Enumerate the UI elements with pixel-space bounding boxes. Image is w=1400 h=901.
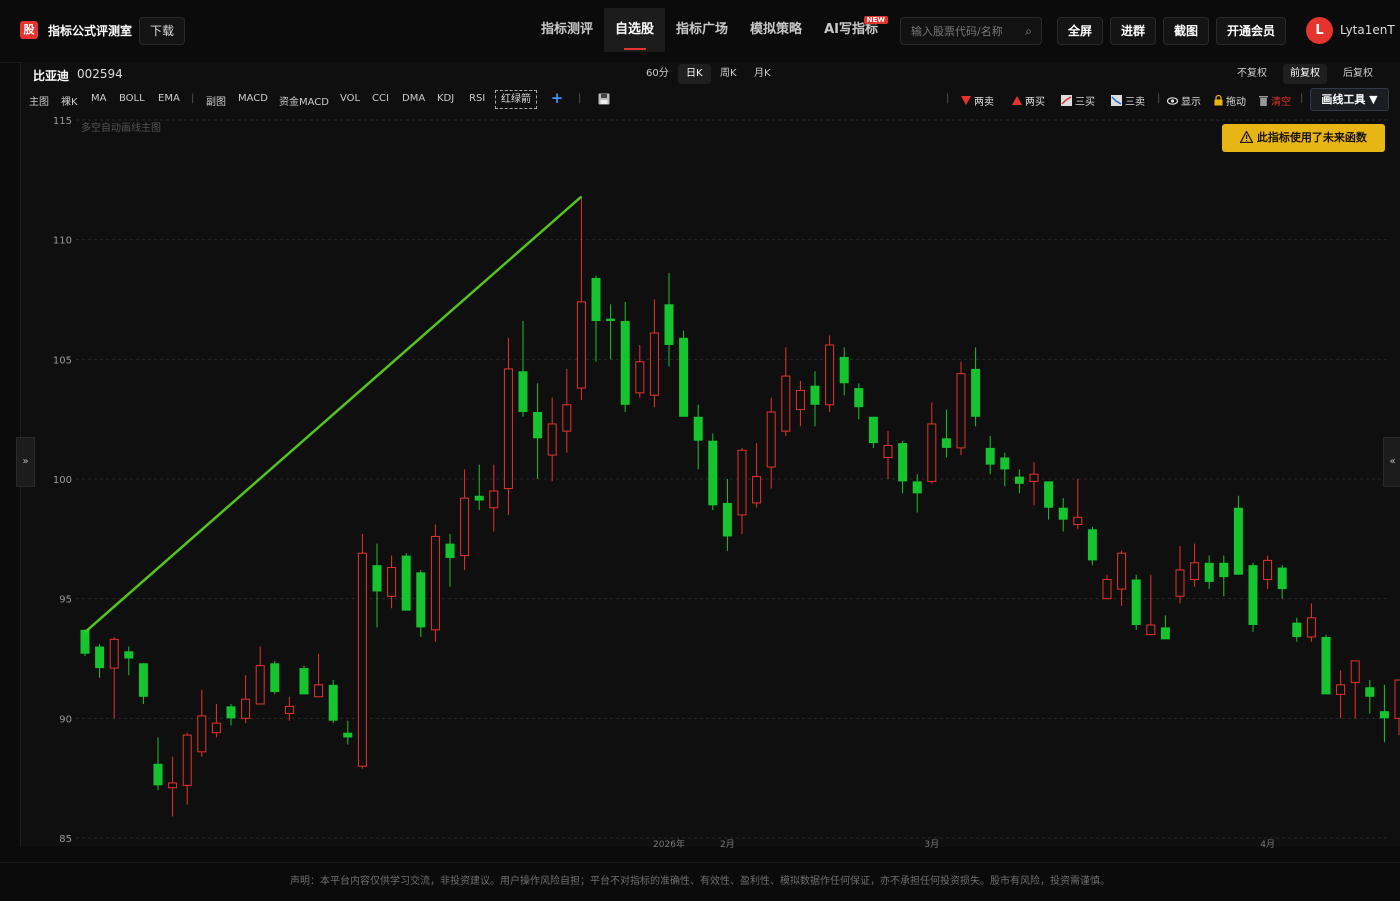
logo-icon: 股 xyxy=(20,21,38,39)
search-icon[interactable]: ⌕ xyxy=(1025,24,1032,39)
stock-search: ⌕ xyxy=(900,17,1042,45)
top-bar: 股 指标公式评测室 下载 指标测评 自选股 指标广场 模拟策略 AI写指标NEW… xyxy=(0,0,1400,63)
ind-boll[interactable]: BOLL xyxy=(119,93,145,104)
three-buy-tool[interactable]: 三买 xyxy=(1061,93,1095,108)
warning-icon xyxy=(1240,131,1253,143)
disclaimer-footer: 声明：本平台内容仅供学习交流，非投资建议。用户操作风险自担；平台不对指标的准确性… xyxy=(0,862,1400,901)
future-function-warning[interactable]: 此指标使用了未来函数 xyxy=(1222,124,1385,152)
main-nav: 指标测评 自选股 指标广场 模拟策略 AI写指标NEW xyxy=(530,8,889,52)
clear-tool[interactable]: 清空 xyxy=(1259,93,1291,108)
trend-up-icon xyxy=(1061,95,1072,106)
ind-ema[interactable]: EMA xyxy=(158,93,180,104)
ind-cci[interactable]: CCI xyxy=(372,93,389,104)
search-input[interactable] xyxy=(911,18,1015,44)
adjust-backward[interactable]: 后复权 xyxy=(1336,64,1380,84)
separator: | xyxy=(946,93,949,104)
period-daily[interactable]: 日K xyxy=(678,64,711,84)
download-button[interactable]: 下载 xyxy=(139,17,185,45)
triangle-down-icon xyxy=(961,96,971,105)
add-indicator-button[interactable]: + xyxy=(548,89,566,107)
app-title[interactable]: 指标公式评测室 xyxy=(48,22,132,39)
screenshot-button[interactable]: 截图 xyxy=(1163,17,1209,45)
ind-macd[interactable]: MACD xyxy=(238,93,268,104)
join-group-button[interactable]: 进群 xyxy=(1110,17,1156,45)
three-sell-tool[interactable]: 三卖 xyxy=(1111,93,1145,108)
nav-sim-strategy[interactable]: 模拟策略 xyxy=(739,8,813,52)
ind-ma[interactable]: MA xyxy=(91,93,106,104)
trend-down-icon xyxy=(1111,95,1122,106)
avatar[interactable]: L xyxy=(1306,17,1333,44)
show-tool[interactable]: 显示 xyxy=(1167,93,1201,108)
separator: | xyxy=(1300,93,1303,104)
ind-sub[interactable]: 副图 xyxy=(206,93,226,108)
two-sell-tool[interactable]: 两卖 xyxy=(961,93,994,108)
new-badge: NEW xyxy=(864,16,888,24)
drag-tool[interactable]: 拖动 xyxy=(1214,93,1246,108)
period-monthly[interactable]: 月K xyxy=(746,64,779,84)
draw-tools-dropdown[interactable]: 画线工具 ▼ xyxy=(1310,88,1389,111)
triangle-up-icon xyxy=(1012,96,1022,105)
separator: | xyxy=(1157,93,1160,104)
lock-icon xyxy=(1214,95,1223,106)
period-60min[interactable]: 60分 xyxy=(638,64,677,84)
stock-code: 002594 xyxy=(77,67,123,81)
ind-rsi[interactable]: RSI xyxy=(469,93,485,104)
stock-name: 比亚迪 xyxy=(33,67,69,84)
ind-vol[interactable]: VOL xyxy=(340,93,360,104)
ind-kdj[interactable]: KDJ xyxy=(437,93,454,104)
vip-button[interactable]: 开通会员 xyxy=(1216,17,1286,45)
expand-left-icon[interactable]: » xyxy=(16,437,35,487)
username[interactable]: Lyta1enT xyxy=(1340,23,1395,37)
ind-fund-macd[interactable]: 资金MACD xyxy=(279,93,329,108)
eye-icon xyxy=(1167,97,1178,105)
ind-red-green-arrow[interactable]: 红绿箭 xyxy=(495,90,537,109)
nav-indicator-square[interactable]: 指标广场 xyxy=(665,8,739,52)
fullscreen-button[interactable]: 全屏 xyxy=(1057,17,1103,45)
ind-dma[interactable]: DMA xyxy=(402,93,425,104)
two-buy-tool[interactable]: 两买 xyxy=(1012,93,1045,108)
ind-main[interactable]: 主图 xyxy=(29,93,49,108)
separator: | xyxy=(578,93,581,104)
chart-panel xyxy=(20,62,1400,847)
period-weekly[interactable]: 周K xyxy=(712,64,745,84)
adjust-none[interactable]: 不复权 xyxy=(1230,64,1274,84)
adjust-forward[interactable]: 前复权 xyxy=(1283,64,1327,84)
save-icon[interactable] xyxy=(598,93,610,105)
nav-ai-indicator[interactable]: AI写指标NEW xyxy=(813,8,889,52)
nav-watchlist[interactable]: 自选股 xyxy=(604,8,665,52)
trash-icon xyxy=(1259,95,1268,106)
nav-indicator-review[interactable]: 指标测评 xyxy=(530,8,604,52)
ind-bare-k[interactable]: 裸K xyxy=(61,93,78,108)
expand-right-icon[interactable]: « xyxy=(1383,437,1400,487)
separator: | xyxy=(191,93,194,104)
